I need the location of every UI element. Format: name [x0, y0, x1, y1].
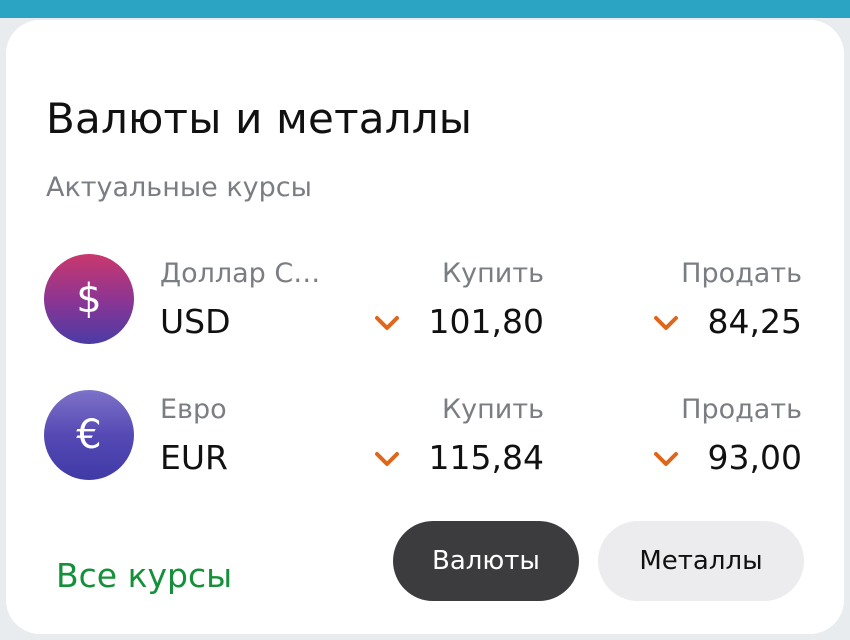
dollar-sign-icon: $	[44, 254, 134, 344]
sell-rate-value: 93,00	[707, 438, 802, 477]
sell-label: Продать	[681, 258, 802, 289]
currency-name: Евро	[160, 394, 227, 425]
chevron-down-icon	[654, 316, 678, 330]
currency-code: USD	[160, 302, 231, 341]
rate-row-usd[interactable]: $ Доллар США USD Купить 101,80 Продать 8…	[6, 234, 844, 344]
buy-rate-value: 115,84	[428, 438, 544, 477]
card-subtitle: Актуальные курсы	[46, 172, 312, 203]
chevron-down-icon	[654, 452, 678, 466]
currency-name: Доллар США	[160, 258, 340, 289]
buy-rate-value: 101,80	[428, 302, 544, 341]
tab-metals[interactable]: Металлы	[598, 521, 804, 601]
all-rates-link[interactable]: Все курсы	[56, 556, 232, 595]
buy-label: Купить	[442, 258, 544, 289]
currency-rates-card: Валюты и металлы Актуальные курсы $ Долл…	[6, 20, 844, 634]
buy-label: Купить	[442, 394, 544, 425]
chevron-down-icon	[375, 316, 399, 330]
sell-label: Продать	[681, 394, 802, 425]
tab-currencies[interactable]: Валюты	[393, 521, 579, 601]
rate-row-eur[interactable]: € Евро EUR Купить 115,84 Продать 93,00	[6, 370, 844, 480]
chevron-down-icon	[375, 452, 399, 466]
sell-rate-value: 84,25	[707, 302, 802, 341]
currency-code: EUR	[160, 438, 228, 477]
card-title: Валюты и металлы	[46, 94, 473, 143]
euro-sign-icon: €	[44, 390, 134, 480]
